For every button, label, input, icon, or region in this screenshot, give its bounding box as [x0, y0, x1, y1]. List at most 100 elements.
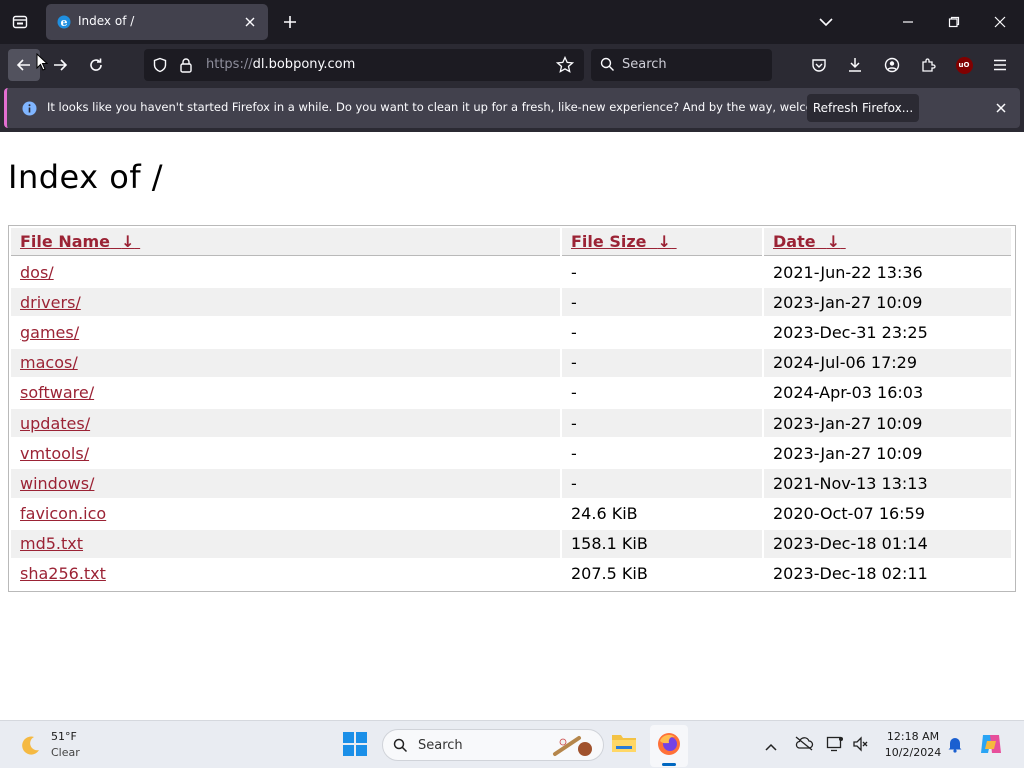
file-size-cell: 24.6 KiB	[571, 504, 638, 524]
extensions-button[interactable]	[915, 53, 941, 77]
file-name-cell: vmtools/	[11, 439, 560, 467]
sort-by-name-link[interactable]: File Name ↓	[20, 232, 140, 251]
ublock-origin-button[interactable]: uO	[952, 53, 976, 77]
star-icon[interactable]	[556, 56, 574, 74]
notification-close-button[interactable]	[990, 97, 1012, 119]
file-link[interactable]: macos/	[20, 353, 78, 372]
page-title: Index of /	[8, 158, 164, 196]
folder-icon	[612, 735, 636, 752]
tab-close-button[interactable]	[240, 12, 260, 32]
file-date-cell: 2020-Oct-07 16:59	[773, 504, 925, 524]
downloads-button[interactable]	[842, 53, 868, 77]
file-link[interactable]: dos/	[20, 263, 54, 282]
ublock-badge-text: uO	[958, 61, 970, 69]
file-link[interactable]: software/	[20, 383, 94, 402]
file-name-cell: software/	[11, 379, 560, 407]
file-size-cell: 158.1 KiB	[562, 529, 762, 558]
file-explorer-taskbar-button[interactable]	[610, 729, 640, 761]
bell-icon	[948, 738, 962, 753]
url-host: dl.bobpony.com	[252, 57, 356, 72]
file-link[interactable]: vmtools/	[20, 444, 89, 463]
account-button[interactable]	[879, 53, 905, 77]
minimize-button[interactable]	[896, 10, 920, 34]
notification-message: It looks like you haven't started Firefo…	[47, 100, 867, 114]
file-size-cell: -	[571, 322, 577, 342]
file-date-cell: 2023-Dec-18 02:11	[773, 564, 928, 584]
column-label-name: File Name	[20, 232, 111, 251]
lock-icon[interactable]	[179, 57, 193, 73]
hamburger-menu-icon	[994, 59, 1006, 71]
refresh-firefox-button[interactable]: Refresh Firefox...	[807, 94, 919, 122]
close-icon	[996, 103, 1006, 113]
table-row: dos/ - 2021-Jun-22 13:36	[11, 258, 1011, 286]
ublock-origin-icon: uO	[955, 56, 973, 74]
network-button[interactable]	[826, 735, 846, 755]
table-row: vmtools/ - 2023-Jan-27 10:09	[11, 439, 1011, 467]
shield-icon[interactable]	[152, 57, 168, 73]
copilot-icon	[981, 735, 1001, 753]
show-hidden-icons-button[interactable]	[764, 737, 780, 753]
firefox-taskbar-button[interactable]	[650, 725, 688, 767]
sort-arrow-icon: ↓	[826, 232, 841, 251]
onedrive-button[interactable]	[794, 735, 816, 755]
tab-active[interactable]: e Index of /	[46, 4, 268, 40]
taskbar-search-placeholder: Search	[418, 738, 463, 753]
sort-by-size-link[interactable]: File Size ↓	[571, 232, 677, 251]
search-icon	[600, 57, 614, 71]
copilot-button[interactable]	[978, 731, 1006, 759]
taskbar-search[interactable]: Search	[382, 729, 604, 761]
file-size-cell: -	[562, 408, 762, 438]
windows-logo-icon	[343, 732, 367, 756]
column-header-size: File Size ↓	[562, 228, 762, 256]
column-header-date: Date ↓	[764, 228, 1011, 256]
search-icon	[393, 738, 408, 753]
file-date-cell: 2024-Apr-03 16:03	[773, 383, 924, 403]
reload-button[interactable]	[80, 49, 112, 81]
pocket-button[interactable]	[806, 53, 832, 77]
url-scheme: https://	[206, 57, 253, 72]
file-link[interactable]: games/	[20, 323, 79, 342]
sort-by-date-link[interactable]: Date ↓	[773, 232, 846, 251]
tab-list-button[interactable]	[8, 10, 32, 34]
search-bar[interactable]: Search	[591, 49, 772, 81]
weather-temperature: 51°F	[51, 730, 77, 743]
file-date-cell: 2024-Jul-06 17:29	[764, 348, 1011, 377]
file-name-cell: sha256.txt	[11, 560, 560, 588]
url-text[interactable]: https://dl.bobpony.com	[206, 57, 355, 72]
minimize-icon	[903, 21, 913, 23]
file-listing: File Name ↓ File Size ↓ Date ↓ dos/-2021…	[8, 225, 1016, 592]
file-name-cell: md5.txt	[11, 529, 560, 558]
speaker-muted-icon	[853, 736, 868, 752]
clock-date: 10/2/2024	[884, 746, 942, 759]
file-name-cell: macos/	[11, 348, 560, 377]
notifications-button[interactable]	[946, 735, 966, 755]
close-window-button[interactable]	[988, 10, 1012, 34]
file-table: File Name ↓ File Size ↓ Date ↓ dos/-2021…	[9, 226, 1013, 590]
notification-bar: It looks like you haven't started Firefo…	[4, 88, 1020, 128]
file-link[interactable]: windows/	[20, 474, 94, 493]
file-name-cell: games/	[11, 318, 560, 346]
info-icon	[22, 101, 37, 116]
file-size-cell: -	[562, 288, 762, 317]
cloud-offline-icon	[795, 736, 814, 751]
restore-button[interactable]	[942, 10, 966, 34]
file-link[interactable]: md5.txt	[20, 534, 83, 553]
moon-icon	[22, 736, 39, 755]
file-link[interactable]: sha256.txt	[20, 564, 106, 583]
list-all-tabs-button[interactable]	[814, 10, 838, 34]
new-tab-button[interactable]	[278, 10, 302, 34]
notification-area: It looks like you haven't started Firefo…	[0, 86, 1024, 132]
file-size-cell: -	[571, 262, 577, 282]
file-link[interactable]: drivers/	[20, 293, 81, 312]
file-link[interactable]: favicon.ico	[20, 504, 106, 523]
menu-button[interactable]	[987, 53, 1013, 77]
close-icon	[245, 17, 255, 27]
start-button[interactable]	[342, 731, 370, 759]
file-link[interactable]: updates/	[20, 414, 90, 433]
reload-icon	[90, 58, 102, 71]
volume-button[interactable]	[852, 735, 872, 755]
forward-button[interactable]	[44, 49, 76, 81]
url-bar[interactable]: https://dl.bobpony.com	[144, 49, 584, 81]
file-size-cell: -	[571, 443, 577, 463]
file-size-cell: -	[571, 383, 577, 403]
